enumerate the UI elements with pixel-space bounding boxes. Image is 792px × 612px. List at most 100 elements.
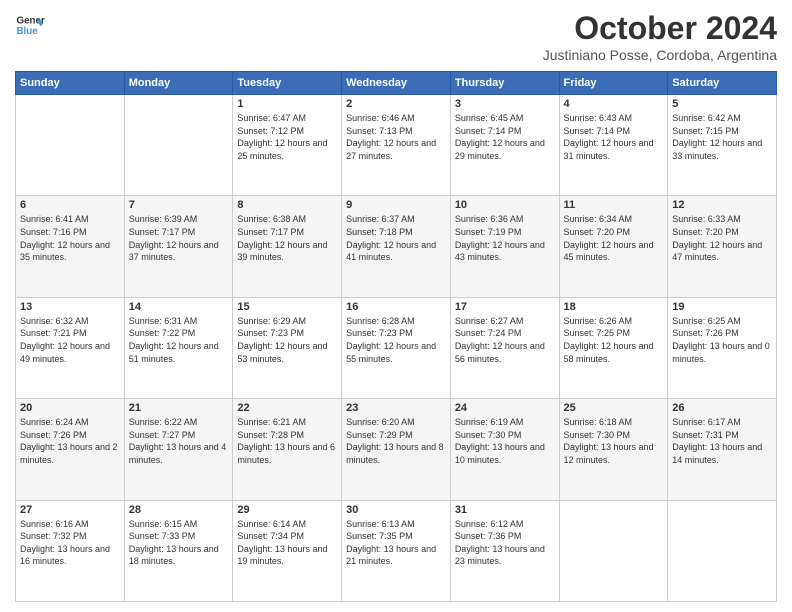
day-info: Sunrise: 6:26 AM Sunset: 7:25 PM Dayligh… — [564, 315, 664, 365]
day-number: 12 — [672, 199, 772, 211]
day-number: 10 — [455, 199, 555, 211]
table-row: 24 Sunrise: 6:19 AM Sunset: 7:30 PM Dayli… — [450, 399, 559, 500]
day-number: 31 — [455, 504, 555, 516]
day-info: Sunrise: 6:36 AM Sunset: 7:19 PM Dayligh… — [455, 213, 555, 263]
day-number: 16 — [346, 301, 446, 313]
day-number: 29 — [237, 504, 337, 516]
day-number: 9 — [346, 199, 446, 211]
table-row: 10 Sunrise: 6:36 AM Sunset: 7:19 PM Dayli… — [450, 196, 559, 297]
table-row: 29 Sunrise: 6:14 AM Sunset: 7:34 PM Dayli… — [233, 500, 342, 601]
table-row: 21 Sunrise: 6:22 AM Sunset: 7:27 PM Dayli… — [124, 399, 233, 500]
day-number: 7 — [129, 199, 229, 211]
col-thursday: Thursday — [450, 72, 559, 95]
day-info: Sunrise: 6:47 AM Sunset: 7:12 PM Dayligh… — [237, 112, 337, 162]
col-wednesday: Wednesday — [342, 72, 451, 95]
day-info: Sunrise: 6:20 AM Sunset: 7:29 PM Dayligh… — [346, 416, 446, 466]
col-friday: Friday — [559, 72, 668, 95]
day-number: 5 — [672, 98, 772, 110]
table-row: 2Sunrise: 6:46 AM Sunset: 7:13 PM Daylig… — [342, 95, 451, 196]
day-number: 23 — [346, 402, 446, 414]
calendar-week-row: 27Sunrise: 6:16 AM Sunset: 7:32 PM Dayli… — [16, 500, 777, 601]
day-number: 19 — [672, 301, 772, 313]
day-number: 30 — [346, 504, 446, 516]
table-row: 6Sunrise: 6:41 AM Sunset: 7:16 PM Daylig… — [16, 196, 125, 297]
table-row: 26 Sunrise: 6:17 AM Sunset: 7:31 PM Dayli… — [668, 399, 777, 500]
day-number: 18 — [564, 301, 664, 313]
day-info: Sunrise: 6:17 AM Sunset: 7:31 PM Dayligh… — [672, 416, 772, 466]
table-row: 18 Sunrise: 6:26 AM Sunset: 7:25 PM Dayli… — [559, 297, 668, 398]
header: General Blue October 2024 Justiniano Pos… — [15, 10, 777, 63]
calendar-week-row: 6Sunrise: 6:41 AM Sunset: 7:16 PM Daylig… — [16, 196, 777, 297]
day-info: Sunrise: 6:34 AM Sunset: 7:20 PM Dayligh… — [564, 213, 664, 263]
day-number: 11 — [564, 199, 664, 211]
day-info: Sunrise: 6:32 AM Sunset: 7:21 PM Dayligh… — [20, 315, 120, 365]
table-row: 23 Sunrise: 6:20 AM Sunset: 7:29 PM Dayli… — [342, 399, 451, 500]
col-sunday: Sunday — [16, 72, 125, 95]
table-row — [668, 500, 777, 601]
day-number: 8 — [237, 199, 337, 211]
table-row: 1Sunrise: 6:47 AM Sunset: 7:12 PM Daylig… — [233, 95, 342, 196]
day-info: Sunrise: 6:38 AM Sunset: 7:17 PM Dayligh… — [237, 213, 337, 263]
table-row: 7 Sunrise: 6:39 AM Sunset: 7:17 PM Daylig… — [124, 196, 233, 297]
table-row: 17 Sunrise: 6:27 AM Sunset: 7:24 PM Dayli… — [450, 297, 559, 398]
table-row — [559, 500, 668, 601]
day-info: Sunrise: 6:45 AM Sunset: 7:14 PM Dayligh… — [455, 112, 555, 162]
day-info: Sunrise: 6:42 AM Sunset: 7:15 PM Dayligh… — [672, 112, 772, 162]
day-number: 17 — [455, 301, 555, 313]
day-number: 15 — [237, 301, 337, 313]
subtitle: Justiniano Posse, Cordoba, Argentina — [543, 47, 777, 63]
calendar-header-row: Sunday Monday Tuesday Wednesday Thursday… — [16, 72, 777, 95]
table-row: 19Sunrise: 6:25 AM Sunset: 7:26 PM Dayli… — [668, 297, 777, 398]
table-row: 8 Sunrise: 6:38 AM Sunset: 7:17 PM Daylig… — [233, 196, 342, 297]
day-info: Sunrise: 6:28 AM Sunset: 7:23 PM Dayligh… — [346, 315, 446, 365]
col-monday: Monday — [124, 72, 233, 95]
table-row: 12 Sunrise: 6:33 AM Sunset: 7:20 PM Dayli… — [668, 196, 777, 297]
main-title: October 2024 — [543, 10, 777, 47]
day-info: Sunrise: 6:18 AM Sunset: 7:30 PM Dayligh… — [564, 416, 664, 466]
table-row: 20 Sunrise: 6:24 AM Sunset: 7:26 PM Dayli… — [16, 399, 125, 500]
calendar-week-row: 20 Sunrise: 6:24 AM Sunset: 7:26 PM Dayli… — [16, 399, 777, 500]
day-number: 14 — [129, 301, 229, 313]
day-number: 22 — [237, 402, 337, 414]
day-info: Sunrise: 6:14 AM Sunset: 7:34 PM Dayligh… — [237, 518, 337, 568]
table-row: 5 Sunrise: 6:42 AM Sunset: 7:15 PM Daylig… — [668, 95, 777, 196]
table-row: 3Sunrise: 6:45 AM Sunset: 7:14 PM Daylig… — [450, 95, 559, 196]
svg-text:Blue: Blue — [17, 26, 39, 37]
table-row: 22Sunrise: 6:21 AM Sunset: 7:28 PM Dayli… — [233, 399, 342, 500]
day-number: 26 — [672, 402, 772, 414]
day-info: Sunrise: 6:46 AM Sunset: 7:13 PM Dayligh… — [346, 112, 446, 162]
table-row: 25 Sunrise: 6:18 AM Sunset: 7:30 PM Dayli… — [559, 399, 668, 500]
table-row: 16 Sunrise: 6:28 AM Sunset: 7:23 PM Dayli… — [342, 297, 451, 398]
day-info: Sunrise: 6:27 AM Sunset: 7:24 PM Dayligh… — [455, 315, 555, 365]
table-row: 28Sunrise: 6:15 AM Sunset: 7:33 PM Dayli… — [124, 500, 233, 601]
col-saturday: Saturday — [668, 72, 777, 95]
day-info: Sunrise: 6:33 AM Sunset: 7:20 PM Dayligh… — [672, 213, 772, 263]
calendar-week-row: 1Sunrise: 6:47 AM Sunset: 7:12 PM Daylig… — [16, 95, 777, 196]
col-tuesday: Tuesday — [233, 72, 342, 95]
day-number: 4 — [564, 98, 664, 110]
logo-icon: General Blue — [15, 10, 45, 40]
day-info: Sunrise: 6:39 AM Sunset: 7:17 PM Dayligh… — [129, 213, 229, 263]
day-info: Sunrise: 6:19 AM Sunset: 7:30 PM Dayligh… — [455, 416, 555, 466]
day-info: Sunrise: 6:43 AM Sunset: 7:14 PM Dayligh… — [564, 112, 664, 162]
day-info: Sunrise: 6:41 AM Sunset: 7:16 PM Dayligh… — [20, 213, 120, 263]
day-info: Sunrise: 6:12 AM Sunset: 7:36 PM Dayligh… — [455, 518, 555, 568]
day-info: Sunrise: 6:22 AM Sunset: 7:27 PM Dayligh… — [129, 416, 229, 466]
table-row: 30Sunrise: 6:13 AM Sunset: 7:35 PM Dayli… — [342, 500, 451, 601]
day-info: Sunrise: 6:31 AM Sunset: 7:22 PM Dayligh… — [129, 315, 229, 365]
table-row — [124, 95, 233, 196]
day-number: 13 — [20, 301, 120, 313]
table-row: 27Sunrise: 6:16 AM Sunset: 7:32 PM Dayli… — [16, 500, 125, 601]
table-row: 13 Sunrise: 6:32 AM Sunset: 7:21 PM Dayli… — [16, 297, 125, 398]
table-row: 14 Sunrise: 6:31 AM Sunset: 7:22 PM Dayli… — [124, 297, 233, 398]
day-number: 21 — [129, 402, 229, 414]
day-info: Sunrise: 6:15 AM Sunset: 7:33 PM Dayligh… — [129, 518, 229, 568]
day-number: 27 — [20, 504, 120, 516]
day-number: 24 — [455, 402, 555, 414]
table-row: 31 Sunrise: 6:12 AM Sunset: 7:36 PM Dayli… — [450, 500, 559, 601]
table-row: 9Sunrise: 6:37 AM Sunset: 7:18 PM Daylig… — [342, 196, 451, 297]
day-info: Sunrise: 6:24 AM Sunset: 7:26 PM Dayligh… — [20, 416, 120, 466]
day-number: 20 — [20, 402, 120, 414]
table-row — [16, 95, 125, 196]
day-number: 25 — [564, 402, 664, 414]
